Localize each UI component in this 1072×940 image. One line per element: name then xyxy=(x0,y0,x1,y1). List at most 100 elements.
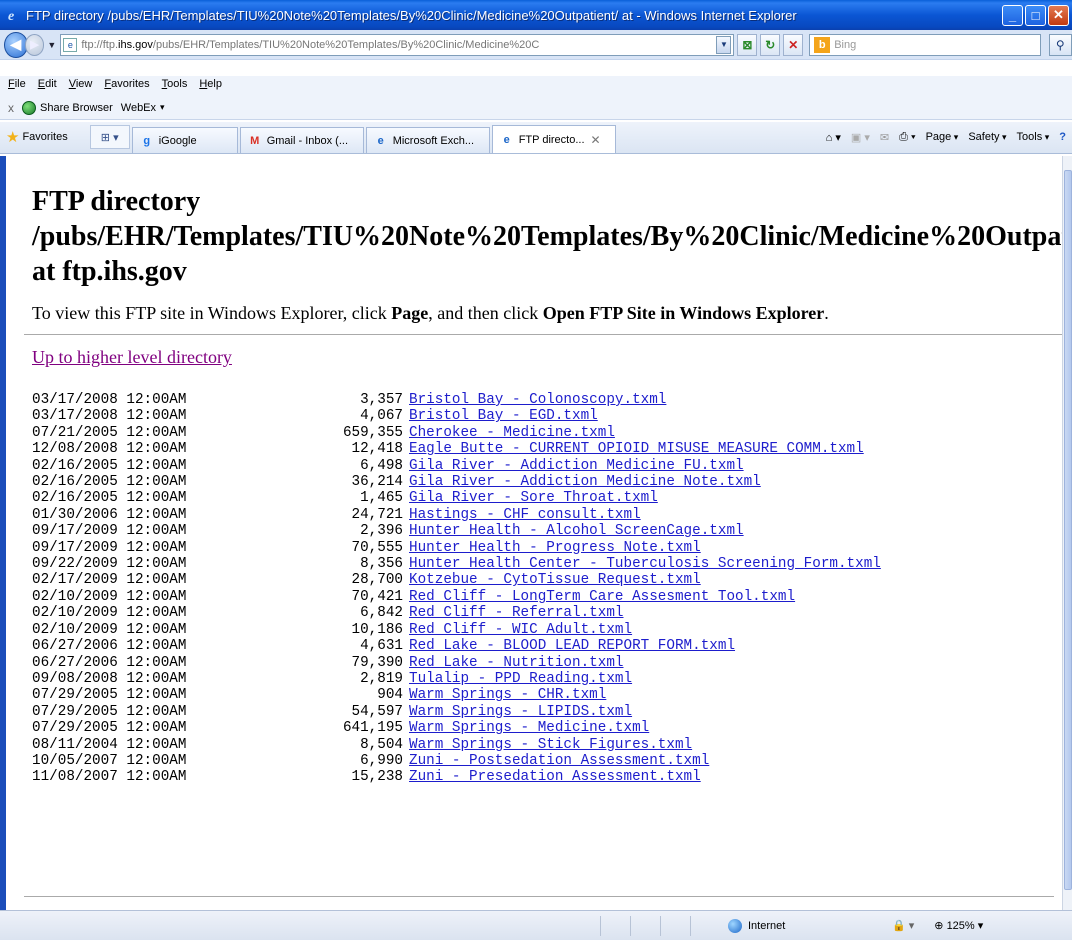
file-link[interactable]: Gila River - Sore Throat.txml xyxy=(409,490,658,506)
file-size: 28,700 xyxy=(351,572,403,589)
file-link[interactable]: Warm Springs - Stick Figures.txml xyxy=(409,737,692,753)
file-date: 02/16/2005 12:00AM xyxy=(32,474,187,491)
maximize-button[interactable]: □ xyxy=(1025,4,1046,26)
ie-icon: e xyxy=(503,133,510,146)
file-link[interactable]: Red Cliff - Referral.txml xyxy=(409,605,624,621)
close-toolbar-icon[interactable]: x xyxy=(8,101,14,115)
file-link[interactable]: Red Cliff - WIC Adult.txml xyxy=(409,622,632,638)
zoom-level[interactable]: ⊕ 125% ▾ xyxy=(934,919,983,932)
mail-icon[interactable]: ✉ xyxy=(880,131,889,144)
share-browser-button[interactable]: Share Browser xyxy=(40,102,113,114)
file-link[interactable]: Zuni - Postsedation Assessment.txml xyxy=(409,753,709,769)
file-link[interactable]: Warm Springs - LIPIDS.txml xyxy=(409,704,632,720)
file-date: 06/27/2006 12:00AM xyxy=(32,638,187,655)
scrollbar-thumb[interactable] xyxy=(1064,170,1072,890)
info-bold-open-ftp: Open FTP Site in Windows Explorer xyxy=(542,303,825,323)
tools-menu[interactable]: Tools xyxy=(1017,131,1050,143)
help-icon[interactable]: ? xyxy=(1059,131,1066,143)
ftp-listing-page: FTP directory /pubs/EHR/Templates/TIU%20… xyxy=(24,184,1062,786)
file-link[interactable]: Red Lake - Nutrition.txml xyxy=(409,655,624,671)
print-icon[interactable]: ⎙ ▾ xyxy=(899,131,915,144)
file-row: 10/05/2007 12:00AM 6,990 Zuni - Postsedati… xyxy=(32,753,1062,769)
file-row: 09/17/2009 12:00AM 2,396 Hunter Health - A… xyxy=(32,523,1062,539)
back-button[interactable]: ◀ xyxy=(4,31,28,58)
file-date: 08/11/2004 12:00AM xyxy=(32,736,187,753)
close-tab-icon[interactable]: ✕ xyxy=(591,133,601,147)
menu-tools[interactable]: Tools xyxy=(162,78,188,94)
page-icon: e xyxy=(63,37,78,52)
file-link[interactable]: Warm Springs - CHR.txml xyxy=(409,687,606,703)
file-size: 2,819 xyxy=(360,670,403,687)
file-link[interactable]: Gila River - Addiction Medicine FU.txml xyxy=(409,458,744,474)
file-link[interactable]: Bristol Bay - Colonoscopy.txml xyxy=(409,392,666,408)
tab-microsoft-exchange[interactable]: e Microsoft Exch... xyxy=(365,127,490,153)
favorites-tab-bar: ★ Favorites ⊞ ▾ g iGoogle M Gmail - Inbo… xyxy=(0,122,1072,154)
file-link[interactable]: Bristol Bay - EGD.txml xyxy=(409,408,598,424)
ie-icon: e xyxy=(377,134,384,147)
menu-file[interactable]: File xyxy=(8,78,26,94)
window-title: FTP directory /pubs/EHR/Templates/TIU%20… xyxy=(26,7,797,23)
file-link[interactable]: Zuni - Presedation Assessment.txml xyxy=(409,769,701,785)
file-row: 03/17/2008 12:00AM 4,067 Bristol Bay - EGD… xyxy=(32,408,1062,424)
feeds-icon[interactable]: ▣ ▾ xyxy=(851,131,870,144)
file-row: 02/16/2005 12:00AM 6,498 Gila River - Addi… xyxy=(32,458,1062,474)
file-link[interactable]: Hunter Health - Alcohol ScreenCage.txml xyxy=(409,523,744,539)
file-row: 07/29/2005 12:00AM 54,597 Warm Springs - L… xyxy=(32,704,1062,720)
protected-mode-icon[interactable]: 🔒 ▾ xyxy=(892,919,914,932)
address-dropdown-icon[interactable]: ▼ xyxy=(716,35,732,54)
page-menu[interactable]: Page xyxy=(926,131,959,143)
file-link[interactable]: Gila River - Addiction Medicine Note.txm… xyxy=(409,474,761,490)
file-link[interactable]: Tulalip - PPD Reading.txml xyxy=(409,671,632,687)
file-link[interactable]: Kotzebue - CytoTissue Request.txml xyxy=(409,572,701,588)
file-size: 8,356 xyxy=(360,556,403,573)
favorites-button[interactable]: ★ Favorites xyxy=(4,124,76,150)
minimize-button[interactable]: _ xyxy=(1002,4,1023,26)
tab-ftp-directory[interactable]: e FTP directo... ✕ xyxy=(491,125,616,153)
recent-pages-dropdown[interactable]: ▼ xyxy=(47,40,56,50)
menu-help[interactable]: Help xyxy=(199,78,222,94)
tab-igoogle[interactable]: g iGoogle xyxy=(131,127,238,153)
security-zone[interactable]: Internet xyxy=(728,918,858,933)
file-size: 6,842 xyxy=(360,605,403,622)
address-bar[interactable]: e ftp://ftp. ihs.gov/pubs/EHR/Templates/T… xyxy=(60,33,735,56)
file-row: 07/29/2005 12:00AM 641,195 Warm Springs - … xyxy=(32,720,1062,736)
file-link[interactable]: Eagle Butte - CURRENT OPIOID MISUSE MEAS… xyxy=(409,441,864,457)
file-link[interactable]: Warm Springs - Medicine.txml xyxy=(409,720,649,736)
webex-dropdown-icon[interactable]: ▾ xyxy=(160,102,165,113)
webex-menu[interactable]: WebEx xyxy=(121,102,156,114)
file-date: 09/22/2009 12:00AM xyxy=(32,556,187,573)
file-date: 02/10/2009 12:00AM xyxy=(32,621,187,638)
file-date: 09/08/2008 12:00AM xyxy=(32,670,187,687)
menu-view[interactable]: View xyxy=(69,78,93,94)
close-button[interactable]: ✕ xyxy=(1048,4,1069,26)
info-text-1: To view this FTP site in Windows Explore… xyxy=(32,303,392,323)
file-size: 904 xyxy=(377,687,403,704)
tab-label: Microsoft Exch... xyxy=(392,134,474,147)
refresh-button[interactable]: ↻ xyxy=(760,33,781,56)
file-link[interactable]: Cherokee - Medicine.txml xyxy=(409,425,615,441)
file-link[interactable]: Hastings - CHF consult.txml xyxy=(409,507,641,523)
tab-gmail[interactable]: M Gmail - Inbox (... xyxy=(239,127,364,153)
up-directory-link[interactable]: Up to higher level directory xyxy=(32,347,1062,368)
file-link[interactable]: Hunter Health Center - Tuberculosis Scre… xyxy=(409,556,881,572)
safety-menu[interactable]: Safety xyxy=(968,131,1006,143)
search-button[interactable]: ⚲ xyxy=(1048,33,1072,56)
tab-label: FTP directo... xyxy=(518,133,585,146)
file-link[interactable]: Red Cliff - LongTerm Care Assesment Tool… xyxy=(409,589,795,605)
menu-favorites[interactable]: Favorites xyxy=(104,78,149,94)
file-row: 02/10/2009 12:00AM 70,421 Red Cliff - Long… xyxy=(32,589,1062,605)
stop-button[interactable]: ✕ xyxy=(783,33,804,56)
forward-button[interactable]: ▶ xyxy=(24,33,45,56)
file-link[interactable]: Red Lake - BLOOD LEAD REPORT FORM.txml xyxy=(409,638,735,654)
file-link[interactable]: Hunter Health - Progress Note.txml xyxy=(409,540,701,556)
file-size: 3,357 xyxy=(360,392,403,408)
search-box[interactable]: b Bing xyxy=(809,33,1041,56)
compatibility-view-button[interactable]: ⊠ xyxy=(737,33,758,56)
file-size: 2,396 xyxy=(360,523,403,540)
file-date: 02/10/2009 12:00AM xyxy=(32,588,187,605)
menu-edit[interactable]: Edit xyxy=(38,78,57,94)
file-row: 02/16/2005 12:00AM 36,214 Gila River - Add… xyxy=(32,474,1062,490)
home-icon[interactable]: ⌂ ▾ xyxy=(826,131,841,144)
quick-tabs-button[interactable]: ⊞ ▾ xyxy=(89,125,130,149)
vertical-scrollbar[interactable] xyxy=(1062,156,1072,910)
